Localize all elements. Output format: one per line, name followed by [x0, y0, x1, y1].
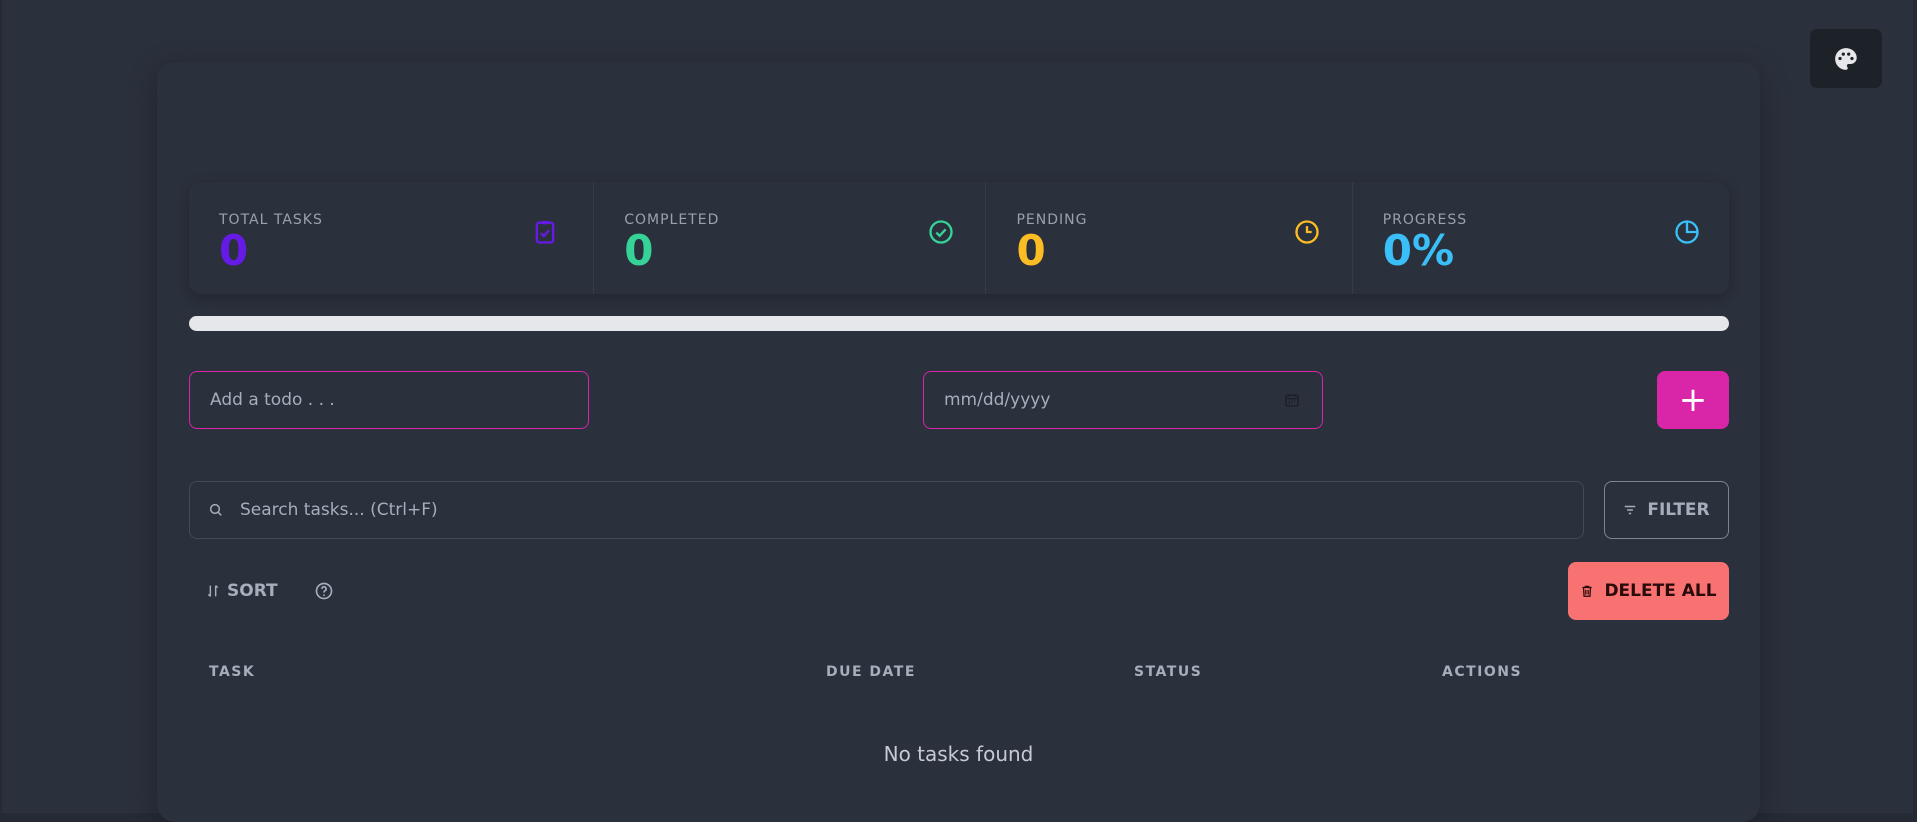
todo-card: TOTAL TASKS 0 COMPLETED 0 PENDING 0 PROG…	[157, 62, 1760, 822]
todo-input[interactable]: Add a todo . . .	[189, 371, 589, 429]
progress-bar	[189, 316, 1729, 331]
delete-all-label: DELETE ALL	[1604, 581, 1717, 601]
stat-progress: PROGRESS 0%	[1353, 182, 1729, 294]
stat-pending: PENDING 0	[986, 182, 1353, 294]
delete-all-button[interactable]: DELETE ALL	[1568, 562, 1729, 620]
help-icon[interactable]	[314, 581, 334, 601]
pie-chart-icon	[1675, 220, 1699, 244]
add-todo-button[interactable]: +	[1657, 371, 1729, 429]
check-circle-icon	[929, 220, 953, 244]
table-header-task: TASK	[209, 664, 256, 680]
table-header-status: STATUS	[1134, 664, 1203, 680]
clock-icon	[1295, 220, 1320, 244]
search-input[interactable]: Search tasks... (Ctrl+F)	[189, 481, 1584, 539]
filter-label: FILTER	[1647, 500, 1710, 520]
empty-state-message: No tasks found	[883, 742, 1034, 766]
search-icon	[209, 503, 222, 516]
search-placeholder: Search tasks... (Ctrl+F)	[240, 500, 438, 520]
trash-icon	[1582, 585, 1593, 597]
due-date-input[interactable]: mm/dd/yyyy	[923, 371, 1323, 429]
filter-icon	[1625, 505, 1636, 515]
sort-button[interactable]: SORT	[205, 562, 278, 620]
clipboard-check-icon	[535, 220, 555, 244]
filter-button[interactable]: FILTER	[1604, 481, 1729, 539]
app-page: TOTAL TASKS 0 COMPLETED 0 PENDING 0 PROG…	[2, 0, 1913, 822]
table-header-actions: ACTIONS	[1442, 664, 1523, 680]
theme-toggle-button[interactable]	[1810, 29, 1882, 88]
table-header-due-date: DUE DATE	[826, 664, 916, 680]
stat-total-tasks: TOTAL TASKS 0	[189, 182, 595, 294]
stat-value: 0	[1016, 226, 1046, 275]
stat-completed: COMPLETED 0	[594, 182, 987, 294]
stat-value: 0	[624, 226, 654, 275]
todo-input-placeholder: Add a todo . . .	[210, 390, 335, 410]
sort-label: SORT	[227, 581, 278, 601]
stat-value: 0	[219, 226, 249, 275]
stat-value: 0%	[1382, 226, 1455, 275]
date-input-placeholder: mm/dd/yyyy	[944, 390, 1051, 410]
calendar-icon[interactable]	[1284, 392, 1300, 408]
palette-icon	[1835, 47, 1857, 70]
sort-icon	[207, 585, 219, 597]
stats-panel: TOTAL TASKS 0 COMPLETED 0 PENDING 0 PROG…	[189, 182, 1729, 294]
